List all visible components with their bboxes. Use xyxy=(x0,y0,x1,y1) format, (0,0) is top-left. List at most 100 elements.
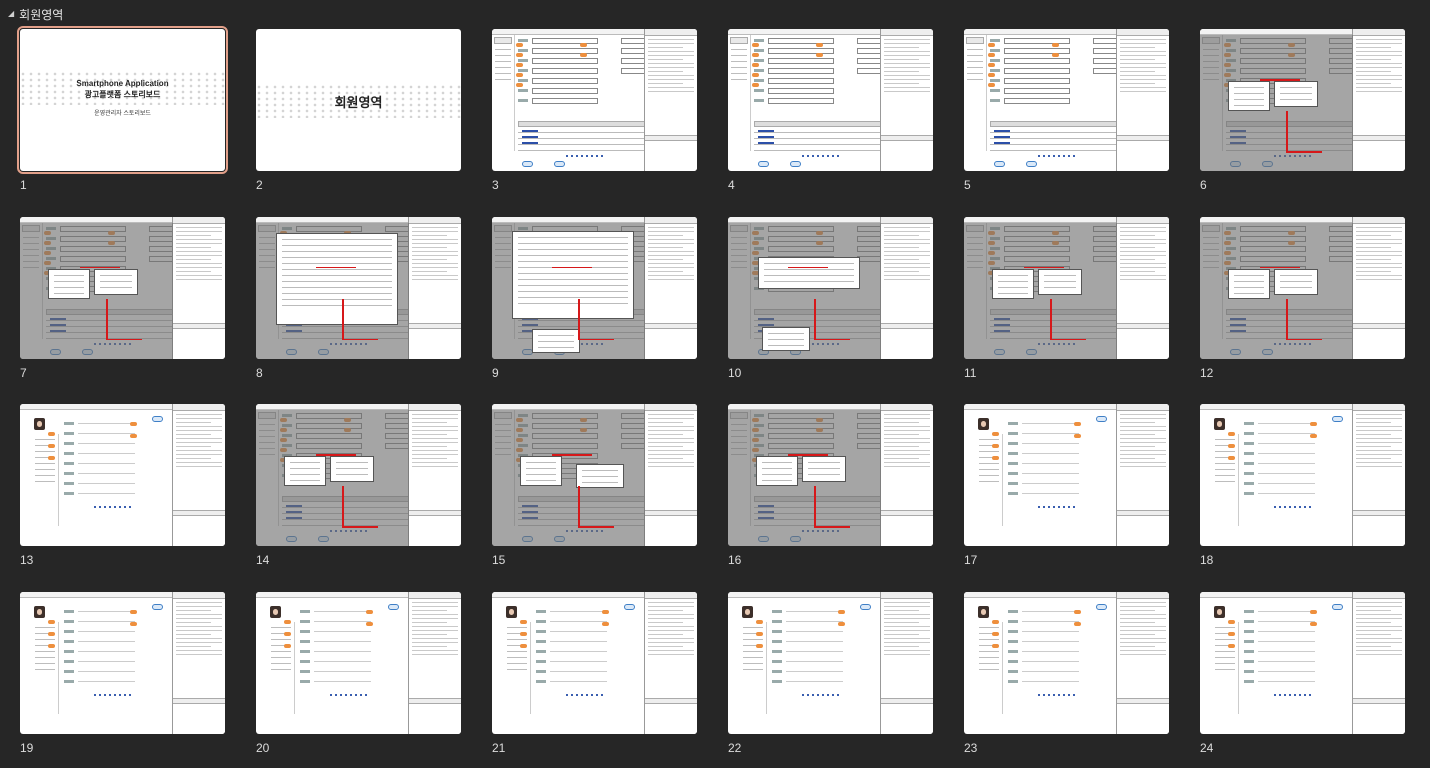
section-header[interactable]: ◢ 회원영역 xyxy=(8,5,63,23)
slide-preview[interactable] xyxy=(492,404,697,547)
description-pane xyxy=(880,216,933,359)
slide-thumbnail[interactable]: 14 xyxy=(256,404,461,568)
description-pane xyxy=(1352,29,1405,171)
slide-preview[interactable] xyxy=(492,216,697,359)
title-line-3: 운영관리자 스토리보드 xyxy=(94,111,151,117)
slide-preview[interactable] xyxy=(20,216,225,359)
slide-preview[interactable] xyxy=(256,592,461,735)
slide-thumbnail[interactable]: 10 xyxy=(728,216,933,380)
slide-thumbnail[interactable]: 17 xyxy=(964,404,1169,568)
slide-thumbnail[interactable]: 24 xyxy=(1200,592,1405,755)
description-pane xyxy=(880,404,933,547)
slide-thumbnail[interactable]: 15 xyxy=(492,404,697,567)
slide-number: 1 xyxy=(20,178,27,192)
slide-number: 8 xyxy=(256,365,263,380)
slide-thumbnail[interactable]: 21 xyxy=(492,592,697,755)
slide-preview[interactable] xyxy=(256,404,461,547)
description-pane xyxy=(1352,216,1405,359)
slide-preview[interactable] xyxy=(728,592,933,735)
slide-thumbnail[interactable]: 9 xyxy=(492,216,697,380)
slide-thumbnail[interactable]: 20 xyxy=(256,592,461,756)
slide-preview[interactable] xyxy=(964,216,1169,359)
slide-preview[interactable] xyxy=(1200,592,1405,735)
title-line-1: Smartphone Application xyxy=(76,79,169,88)
popup-mock xyxy=(276,232,398,325)
slide-sorter-grid: Smartphone Application 광고플랫폼 스토리보드 운영관리자 스… xyxy=(17,26,1405,756)
slide-thumbnail[interactable]: 16 xyxy=(728,404,933,567)
slide-number: 18 xyxy=(1200,553,1214,568)
slide-preview[interactable]: 회원영역 xyxy=(256,29,461,171)
slide-preview[interactable] xyxy=(20,592,225,735)
popup-mock xyxy=(532,328,580,353)
popup-mock xyxy=(1038,268,1082,295)
popup-mock xyxy=(992,268,1034,299)
slide-preview[interactable] xyxy=(1200,216,1405,359)
slide-preview[interactable] xyxy=(728,404,933,547)
popup-mock xyxy=(802,456,846,483)
slide-preview[interactable] xyxy=(964,29,1169,171)
description-pane xyxy=(880,592,933,735)
slide-number: 23 xyxy=(964,741,978,756)
collapse-triangle-icon[interactable]: ◢ xyxy=(8,10,14,18)
slide-thumbnail[interactable]: 7 xyxy=(20,216,225,380)
popup-mock xyxy=(758,256,860,289)
slide-preview[interactable] xyxy=(728,216,933,359)
slide-preview[interactable] xyxy=(492,29,697,171)
description-pane xyxy=(1116,404,1169,547)
slide-preview[interactable]: Smartphone Application 광고플랫폼 스토리보드 운영관리자 스… xyxy=(17,26,228,174)
slide-number: 14 xyxy=(256,553,270,568)
popup-mock xyxy=(1228,268,1270,299)
slide-thumbnail[interactable]: 8 xyxy=(256,216,461,380)
description-pane xyxy=(408,592,461,735)
slide-number: 20 xyxy=(256,741,270,756)
slide-thumbnail[interactable]: 18 xyxy=(1200,404,1405,568)
description-pane xyxy=(172,404,225,547)
slide-number: 12 xyxy=(1200,365,1214,380)
description-pane xyxy=(644,404,697,547)
slide-thumbnail[interactable]: 11 xyxy=(964,216,1169,380)
slide-preview[interactable] xyxy=(20,404,225,547)
slide-number: 11 xyxy=(964,365,977,380)
slide-number: 6 xyxy=(1200,178,1207,192)
description-pane xyxy=(1116,216,1169,359)
popup-mock xyxy=(762,326,810,351)
slide-thumbnail[interactable]: 22 xyxy=(728,592,933,756)
slide-number: 13 xyxy=(20,553,34,568)
slide-number: 22 xyxy=(728,741,742,756)
slide-number: 2 xyxy=(256,178,263,192)
section-title: 회원영역 xyxy=(19,7,64,22)
slide-thumbnail[interactable]: 회원영역 2 xyxy=(256,29,461,192)
slide-preview[interactable] xyxy=(1200,29,1405,171)
description-pane xyxy=(1116,29,1169,171)
slide-preview[interactable] xyxy=(1200,404,1405,547)
slide-number: 4 xyxy=(728,178,735,192)
slide-thumbnail[interactable]: 19 xyxy=(20,592,225,755)
slide-thumbnail[interactable]: Smartphone Application 광고플랫폼 스토리보드 운영관리자 스… xyxy=(17,26,228,192)
slide-thumbnail[interactable]: 5 xyxy=(964,29,1169,192)
description-pane xyxy=(408,216,461,359)
popup-mock xyxy=(1274,268,1318,295)
slide-preview[interactable] xyxy=(964,592,1169,735)
description-pane xyxy=(644,29,697,171)
popup-mock xyxy=(512,230,634,319)
slide-preview[interactable] xyxy=(964,404,1169,547)
slide-number: 17 xyxy=(964,553,978,568)
popup-mock xyxy=(284,456,326,487)
slide-thumbnail[interactable]: 12 xyxy=(1200,216,1405,380)
slide-thumbnail[interactable]: 13 xyxy=(20,404,225,568)
slide-thumbnail[interactable]: 6 xyxy=(1200,29,1405,192)
slide-preview[interactable] xyxy=(492,592,697,735)
slide-thumbnail[interactable]: 23 xyxy=(964,592,1169,756)
slide-thumbnail[interactable]: 4 xyxy=(728,29,933,192)
description-pane xyxy=(644,216,697,359)
popup-mock xyxy=(520,456,562,487)
description-pane xyxy=(644,592,697,735)
slide-preview[interactable] xyxy=(256,216,461,359)
slide-preview[interactable] xyxy=(728,29,933,171)
slide-number: 3 xyxy=(492,178,499,192)
slide-thumbnail[interactable]: 3 xyxy=(492,29,697,192)
slide-number: 5 xyxy=(964,178,971,192)
popup-mock xyxy=(1274,81,1318,107)
popup-mock xyxy=(330,456,374,483)
popup-mock xyxy=(1228,81,1270,111)
